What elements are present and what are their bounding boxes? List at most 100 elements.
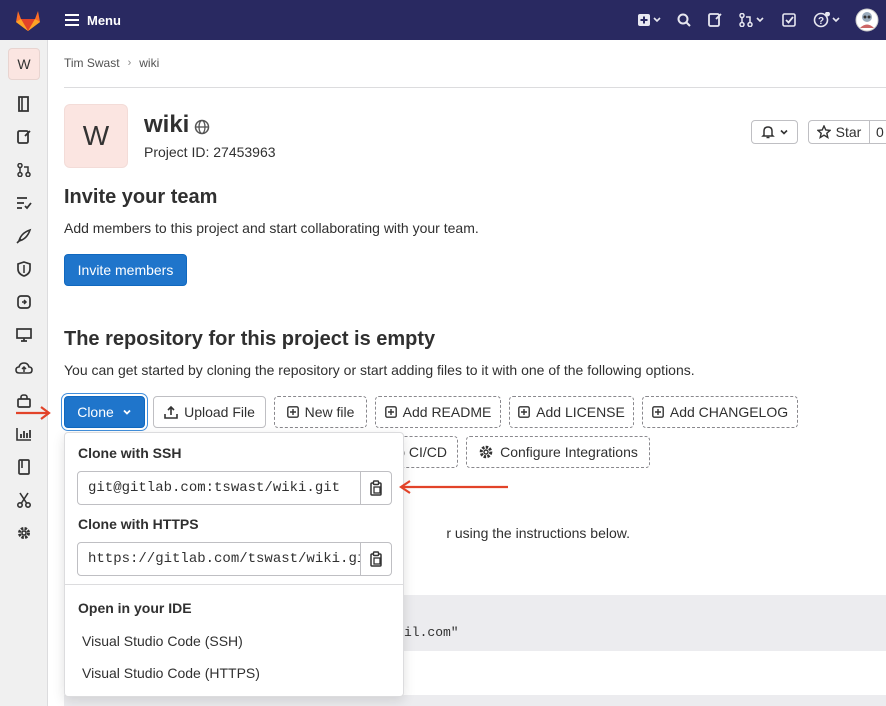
- help-dropdown-button[interactable]: ?: [806, 0, 848, 40]
- sidebar-item-requirements[interactable]: [14, 193, 34, 213]
- globe-public-icon: [194, 119, 210, 135]
- merge-request-icon: [17, 163, 31, 177]
- search-icon: [677, 13, 691, 27]
- hamburger-icon: [65, 14, 79, 26]
- plus-square-icon: [638, 14, 661, 26]
- sidebar-item-issues[interactable]: [14, 127, 34, 147]
- issues-icon: [708, 13, 722, 27]
- add-changelog-label: Add CHANGELOG: [669, 404, 789, 420]
- monitor-icon: [16, 328, 32, 342]
- clone-ssh-label: Clone with SSH: [78, 445, 182, 461]
- top-navbar: Menu ?: [0, 0, 886, 40]
- new-file-label: New file: [304, 404, 355, 420]
- new-file-button[interactable]: New file: [274, 396, 367, 428]
- set-up-cicd-label: o CI/CD: [397, 444, 447, 460]
- add-license-label: Add LICENSE: [536, 404, 625, 420]
- sidebar-item-snippets[interactable]: [14, 490, 34, 510]
- copy-ssh-button[interactable]: [360, 471, 392, 505]
- star-icon: [816, 125, 831, 139]
- sidebar-item-repository[interactable]: [14, 94, 34, 114]
- annotation-arrow-right-icon: [16, 406, 51, 420]
- issues-icon: [17, 130, 31, 144]
- invite-heading: Invite your team: [64, 186, 218, 208]
- upload-file-label: Upload File: [184, 404, 255, 420]
- user-avatar-button[interactable]: [848, 0, 886, 40]
- code-text: il.com": [404, 625, 459, 640]
- merge-requests-button[interactable]: [732, 0, 772, 40]
- user-avatar-icon: [855, 8, 879, 32]
- clone-https-label: Clone with HTTPS: [78, 516, 199, 532]
- clone-dropdown-menu: Clone with SSH git@gitlab.com:tswast/wik…: [64, 432, 404, 697]
- clone-ssh-input[interactable]: git@gitlab.com:tswast/wiki.git: [77, 471, 361, 505]
- sidebar-item-deployments[interactable]: [14, 226, 34, 246]
- sidebar-item-analytics[interactable]: [14, 424, 34, 444]
- dropdown-divider: [65, 584, 403, 585]
- todos-button[interactable]: [772, 0, 806, 40]
- add-readme-label: Add README: [402, 404, 492, 420]
- chevron-down-icon: [123, 409, 131, 415]
- repository-icon: [18, 96, 29, 112]
- bell-icon: [760, 126, 775, 139]
- todo-check-icon: [782, 13, 796, 27]
- clone-label: Clone: [77, 404, 114, 420]
- clone-https-input[interactable]: https://gitlab.com/tswast/wiki.git: [77, 542, 361, 576]
- star-button[interactable]: Star: [808, 120, 870, 144]
- sidebar-item-merge-requests[interactable]: [14, 160, 34, 180]
- sidebar-item-wiki[interactable]: [14, 457, 34, 477]
- notification-dropdown-button[interactable]: [751, 120, 798, 144]
- configure-integrations-button[interactable]: Configure Integrations: [466, 436, 650, 468]
- upload-icon: [164, 405, 178, 419]
- sidebar-item-settings[interactable]: [14, 523, 34, 543]
- svg-text:?: ?: [818, 16, 824, 27]
- merge-request-icon: [739, 13, 764, 27]
- empty-repo-heading: The repository for this project is empty: [64, 328, 436, 350]
- sidebar-item-deployments-cicd[interactable]: [14, 292, 34, 312]
- requirements-list-icon: [17, 197, 32, 210]
- deploy-icon: [17, 295, 31, 309]
- chevron-down-icon: [779, 129, 788, 135]
- project-title: wiki: [144, 111, 190, 138]
- cloud-upload-icon: [15, 362, 33, 374]
- menu-label: Menu: [87, 12, 121, 28]
- project-sidebar: W: [0, 40, 48, 706]
- invite-members-button[interactable]: Invite members: [64, 254, 187, 286]
- rocket-icon: [16, 228, 32, 244]
- chevron-right-icon: ›: [127, 57, 132, 69]
- sidebar-item-monitor[interactable]: [14, 325, 34, 345]
- breadcrumb-owner[interactable]: Tim Swast: [64, 56, 120, 70]
- new-dropdown-button[interactable]: [630, 0, 670, 40]
- plus-square-icon: [651, 406, 664, 418]
- annotation-arrow-left-icon: [399, 480, 508, 494]
- invite-description: Add members to this project and start co…: [64, 220, 479, 236]
- gitlab-logo-icon[interactable]: [15, 8, 41, 32]
- configure-integrations-label: Configure Integrations: [500, 444, 638, 460]
- scissors-icon: [17, 492, 31, 508]
- project-avatar: W: [64, 104, 128, 168]
- clipboard-icon: [370, 480, 382, 496]
- clone-dropdown-button[interactable]: Clone: [64, 396, 145, 428]
- plus-square-icon: [286, 406, 299, 418]
- upload-file-button[interactable]: Upload File: [153, 396, 266, 428]
- ide-vscode-ssh[interactable]: Visual Studio Code (SSH): [82, 633, 243, 649]
- sidebar-item-infrastructure[interactable]: [14, 358, 34, 378]
- breadcrumb-divider: [64, 87, 886, 88]
- star-count[interactable]: 0: [869, 120, 886, 144]
- empty-repo-description: You can get started by cloning the repos…: [64, 362, 695, 378]
- copy-https-button[interactable]: [360, 542, 392, 576]
- ide-vscode-https[interactable]: Visual Studio Code (HTTPS): [82, 665, 260, 681]
- sidebar-item-security[interactable]: [14, 259, 34, 279]
- add-changelog-button[interactable]: Add CHANGELOG: [642, 396, 798, 428]
- sidebar-project-avatar[interactable]: W: [8, 48, 40, 80]
- menu-button[interactable]: Menu: [65, 13, 121, 28]
- search-button[interactable]: [670, 0, 698, 40]
- help-question-icon: ?: [813, 12, 840, 28]
- issues-button[interactable]: [698, 0, 732, 40]
- breadcrumb: Tim Swast › wiki: [64, 56, 159, 70]
- plus-square-icon: [518, 406, 531, 418]
- clipboard-icon: [370, 551, 382, 567]
- breadcrumb-project[interactable]: wiki: [139, 56, 159, 70]
- plus-square-icon: [384, 406, 397, 418]
- add-readme-button[interactable]: Add README: [375, 396, 501, 428]
- open-in-ide-label: Open in your IDE: [78, 600, 192, 616]
- add-license-button[interactable]: Add LICENSE: [509, 396, 634, 428]
